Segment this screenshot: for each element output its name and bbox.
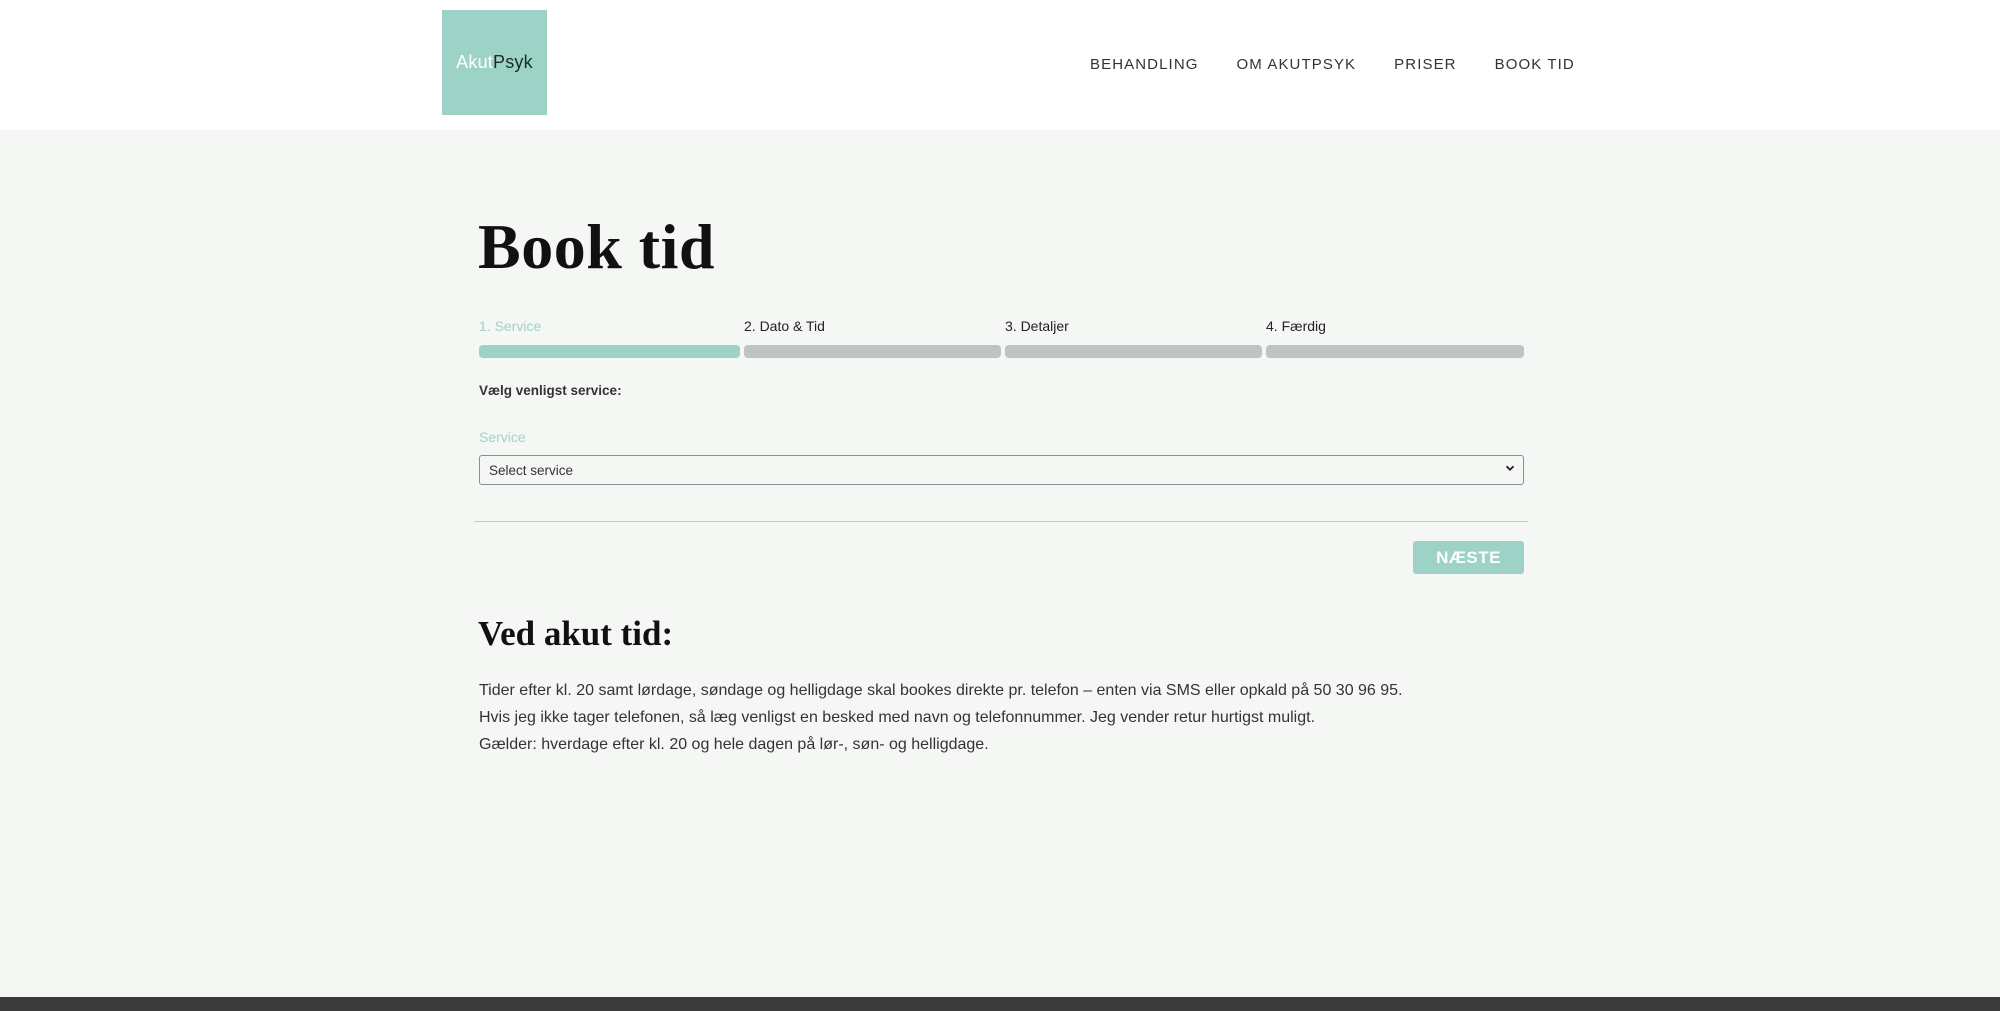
divider (474, 521, 1528, 522)
urgent-paragraph: Gælder: hverdage efter kl. 20 og hele da… (479, 736, 989, 753)
nav-item-om-akutpsyk[interactable]: OM AKUTPSYK (1237, 56, 1357, 73)
step-progress-bar (479, 345, 740, 358)
page-title: Book tid (478, 211, 715, 282)
service-field-label: Service (479, 429, 526, 445)
step-label: 2. Dato & Tid (744, 318, 825, 334)
logo-link[interactable]: AkutPsyk (442, 10, 547, 115)
step-progress-bar (1266, 345, 1524, 358)
booking-steps: 1. Service 2. Dato & Tid 3. Detaljer 4. … (479, 318, 1524, 360)
step-label: 1. Service (479, 318, 542, 334)
chevron-down-icon (1505, 465, 1515, 471)
step-progress-bar (1005, 345, 1262, 358)
nav-item-behandling[interactable]: BEHANDLING (1090, 56, 1199, 73)
service-prompt: Vælg venligst service: (479, 383, 622, 398)
step-label: 3. Detaljer (1005, 318, 1069, 334)
next-button[interactable]: NÆSTE (1413, 541, 1524, 574)
step-details: 3. Detaljer (1005, 318, 1069, 336)
service-select-value: Select service (489, 463, 574, 478)
step-service: 1. Service (479, 318, 541, 336)
step-label: 4. Færdig (1266, 318, 1326, 334)
step-progress-bar (744, 345, 1001, 358)
urgent-paragraph: Hvis jeg ikke tager telefonen, så læg ve… (479, 709, 1316, 726)
nav-item-priser[interactable]: PRISER (1394, 56, 1456, 73)
service-select[interactable]: Select service (479, 455, 1524, 485)
main-nav: BEHANDLING OM AKUTPSYK PRISER BOOK TID (1090, 0, 1575, 128)
step-date-time: 2. Dato & Tid (744, 318, 825, 336)
site-footer (0, 997, 2000, 1011)
site-header: AkutPsyk BEHANDLING OM AKUTPSYK PRISER B… (0, 0, 2000, 130)
nav-item-book-tid[interactable]: BOOK TID (1495, 56, 1575, 73)
logo: AkutPsyk (456, 52, 533, 72)
step-done: 4. Færdig (1266, 318, 1326, 336)
urgent-paragraph: Tider efter kl. 20 samt lørdage, søndage… (479, 682, 1403, 699)
urgent-section-title: Ved akut tid: (478, 614, 674, 653)
